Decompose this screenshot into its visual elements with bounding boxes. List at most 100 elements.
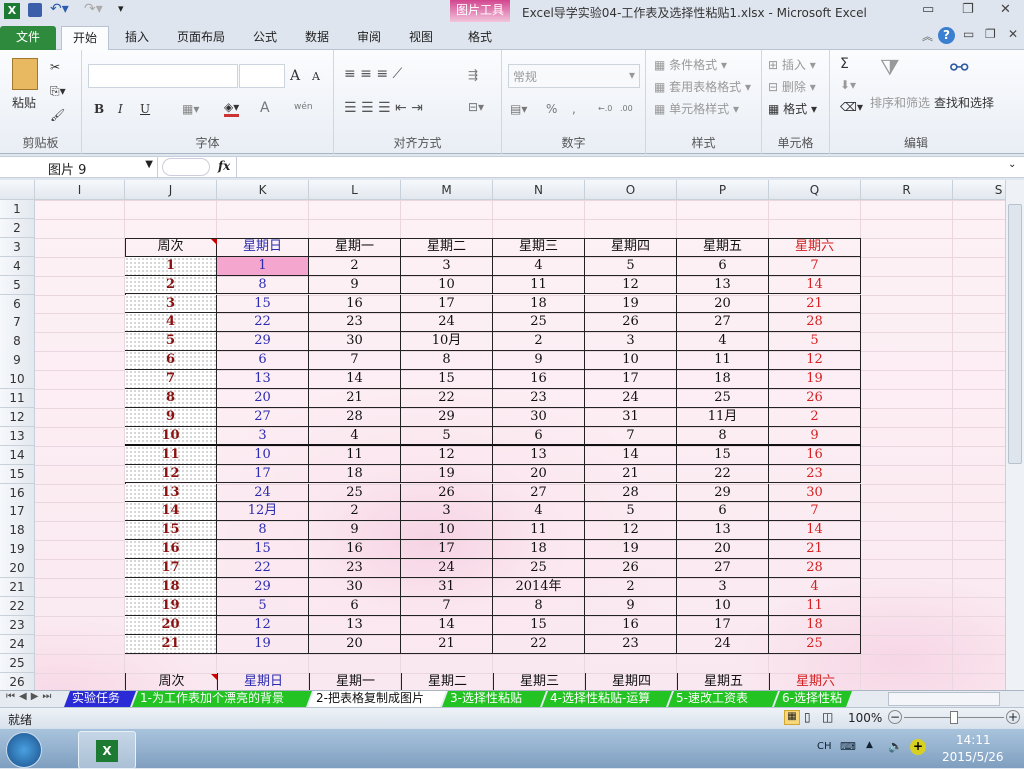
clock-date[interactable]: 2015/5/26: [942, 750, 1004, 764]
row-header[interactable]: 18: [0, 521, 35, 541]
help-icon[interactable]: ?: [938, 27, 955, 44]
row-header[interactable]: 16: [0, 483, 35, 503]
column-header[interactable]: L: [309, 180, 401, 200]
save-icon[interactable]: [28, 3, 42, 17]
column-header[interactable]: P: [677, 180, 769, 200]
row-header[interactable]: 22: [0, 596, 35, 617]
clock-time[interactable]: 14:11: [956, 733, 991, 747]
increase-decimal-button[interactable]: ←.0: [598, 104, 612, 113]
find-select-button[interactable]: 查找和选择: [934, 94, 994, 111]
font-name-select[interactable]: [88, 64, 238, 88]
zoom-level[interactable]: 100%: [848, 711, 882, 725]
column-header[interactable]: I: [35, 180, 125, 200]
row-header[interactable]: 26: [0, 672, 35, 690]
clear-icon[interactable]: ⌫▾: [840, 100, 863, 114]
column-header[interactable]: O: [585, 180, 677, 200]
vertical-scrollbar[interactable]: [1005, 180, 1024, 690]
tab-review[interactable]: 审阅: [349, 26, 389, 50]
merge-center-icon[interactable]: ⊟▾: [468, 100, 484, 114]
name-box[interactable]: 图片 9 ▼: [0, 157, 158, 178]
volume-icon[interactable]: 🔈: [888, 739, 903, 753]
row-header[interactable]: 9: [0, 351, 35, 371]
column-header[interactable]: N: [493, 180, 585, 200]
fill-icon[interactable]: ⬇▾: [840, 78, 856, 92]
normal-view-button[interactable]: ▦: [784, 710, 800, 725]
expand-formula-bar-icon[interactable]: ⌄: [1008, 159, 1016, 170]
autosum-button[interactable]: Σ: [840, 56, 849, 72]
row-header[interactable]: 11: [0, 389, 35, 409]
bold-button[interactable]: B: [94, 102, 104, 116]
row-header[interactable]: 12: [0, 407, 35, 428]
insert-cells-button[interactable]: ⊞ 插入 ▾: [768, 56, 816, 73]
delete-cells-button[interactable]: ⊟ 删除 ▾: [768, 78, 816, 95]
shrink-font-button[interactable]: A: [312, 70, 320, 83]
row-header[interactable]: 6: [0, 294, 35, 314]
zoom-out-button[interactable]: −: [888, 710, 902, 724]
wrap-text-icon[interactable]: ⇶: [468, 68, 478, 82]
row-header[interactable]: 1: [0, 200, 35, 220]
format-painter-icon[interactable]: 🖌: [50, 108, 65, 122]
row-header[interactable]: 25: [0, 653, 35, 673]
redo-icon[interactable]: ↷▾: [84, 1, 103, 17]
percent-button[interactable]: %: [546, 102, 557, 116]
row-header[interactable]: 4: [0, 256, 35, 277]
tab-file[interactable]: 文件: [0, 26, 56, 50]
close-button[interactable]: ✕: [1000, 2, 1011, 17]
customize-qat-icon[interactable]: ▾: [118, 2, 124, 15]
collapse-ribbon-icon[interactable]: ︽: [922, 28, 933, 44]
sheet-tab[interactable]: 5-速改工资表: [668, 691, 778, 707]
sheet-tab[interactable]: 1-为工作表加个漂亮的背景: [132, 691, 312, 707]
border-icon[interactable]: ▦▾: [182, 102, 199, 116]
underline-button[interactable]: U: [140, 102, 150, 116]
minimize-button[interactable]: ▭: [922, 2, 934, 17]
language-indicator[interactable]: CH: [817, 741, 832, 752]
sort-filter-button[interactable]: 排序和筛选: [870, 94, 930, 111]
horizontal-scrollbar[interactable]: [888, 692, 1000, 706]
font-size-select[interactable]: [239, 64, 285, 88]
keyboard-icon[interactable]: ⌨: [840, 740, 856, 753]
vertical-scroll-thumb[interactable]: [1008, 204, 1022, 464]
sort-filter-icon[interactable]: ⧩: [880, 56, 900, 81]
number-format-select[interactable]: 常规 ▾: [508, 64, 640, 88]
doc-minimize-button[interactable]: ▭: [963, 27, 974, 41]
table-format-button[interactable]: ▦ 套用表格格式 ▾: [654, 78, 751, 95]
page-break-view-button[interactable]: ◫: [822, 710, 833, 724]
select-all-corner[interactable]: [0, 180, 35, 200]
sheet-tab[interactable]: 实验任务: [64, 691, 136, 707]
tab-home[interactable]: 开始: [61, 26, 109, 50]
font-color-button[interactable]: A: [260, 100, 270, 116]
phonetic-button[interactable]: wén: [294, 102, 313, 112]
column-header[interactable]: M: [401, 180, 493, 200]
doc-restore-button[interactable]: ❐: [985, 27, 996, 41]
start-button[interactable]: [6, 732, 42, 768]
row-header[interactable]: 19: [0, 540, 35, 560]
column-header[interactable]: S: [953, 180, 1005, 200]
tab-view[interactable]: 视图: [401, 26, 441, 50]
row-header[interactable]: 21: [0, 578, 35, 598]
cell-styles-button[interactable]: ▦ 单元格样式 ▾: [654, 100, 739, 117]
sheet-nav-buttons[interactable]: ⏮◀▶⏭: [6, 691, 55, 702]
cut-icon[interactable]: ✂: [50, 60, 60, 74]
column-header[interactable]: R: [861, 180, 953, 200]
row-header[interactable]: 5: [0, 275, 35, 295]
column-header[interactable]: Q: [769, 180, 861, 200]
decrease-decimal-button[interactable]: .00: [620, 104, 633, 113]
align-top-icon[interactable]: ≡ ≡ ≡ ⟋: [344, 66, 402, 82]
format-cells-button[interactable]: ▦ 格式 ▾: [768, 100, 817, 117]
doc-close-button[interactable]: ✕: [1008, 27, 1018, 41]
sheet-tab[interactable]: 2-把表格复制成图片: [308, 691, 446, 707]
sheet-tab[interactable]: 3-选择性粘贴: [442, 691, 546, 707]
row-header[interactable]: 3: [0, 237, 35, 258]
row-header[interactable]: 15: [0, 464, 35, 484]
insert-function-button[interactable]: fx: [218, 159, 230, 173]
zoom-slider-thumb[interactable]: [950, 711, 958, 724]
row-header[interactable]: 2: [0, 218, 35, 239]
align-left-icon[interactable]: ☰ ☰ ☰ ⇤ ⇥: [344, 100, 423, 116]
find-binoculars-icon[interactable]: ⚯: [950, 56, 968, 81]
column-header[interactable]: J: [125, 180, 217, 200]
comma-button[interactable]: ,: [572, 102, 576, 116]
formula-input[interactable]: [236, 157, 1006, 177]
grow-font-button[interactable]: A: [290, 68, 300, 84]
zoom-in-button[interactable]: +: [1006, 710, 1020, 724]
paste-button[interactable]: 粘贴: [12, 94, 36, 111]
